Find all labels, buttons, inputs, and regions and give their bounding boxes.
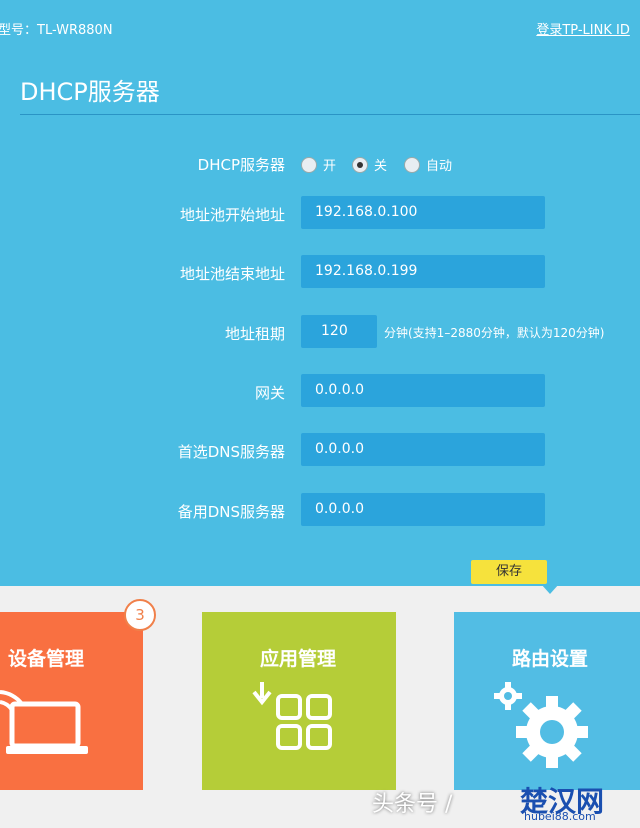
pool-start-input[interactable]: 192.168.0.100 xyxy=(301,196,545,229)
tile-device-management[interactable]: 设备管理 xyxy=(0,612,143,790)
top-links: 登录TP-LINK ID 创建 xyxy=(526,19,640,38)
dhcp-server-label: DHCP服务器 xyxy=(197,156,285,174)
page-title: DHCP服务器 xyxy=(20,78,160,106)
radio-off-label: 关 xyxy=(374,159,388,174)
save-button[interactable]: 保存 xyxy=(471,560,547,584)
watermark-text: 头条号 / xyxy=(372,792,453,817)
radio-off[interactable]: 关 xyxy=(352,155,387,174)
laptop-wifi-icon xyxy=(0,690,88,754)
pool-end-label: 地址池结束地址 xyxy=(179,265,285,283)
login-tplink-link[interactable]: 登录TP-LINK ID xyxy=(536,23,630,38)
dns2-label: 备用DNS服务器 xyxy=(177,503,285,521)
title-divider xyxy=(20,114,640,115)
gateway-input[interactable]: 0.0.0.0 xyxy=(301,374,545,407)
tile-router-settings[interactable]: 路由设置 xyxy=(454,612,640,790)
watermark-domain: hubei88.com xyxy=(524,810,596,823)
lease-hint: 分钟(支持1–2880分钟，默认为120分钟) xyxy=(384,326,605,340)
dns2-input[interactable]: 0.0.0.0 xyxy=(301,493,545,526)
radio-off-circle-selected[interactable] xyxy=(352,156,368,173)
settings-gears-icon xyxy=(494,682,588,768)
dns1-input[interactable]: 0.0.0.0 xyxy=(301,433,545,466)
radio-on-label: 开 xyxy=(323,159,337,174)
lease-input[interactable]: 120 xyxy=(301,315,377,348)
radio-auto-label: 自动 xyxy=(426,159,453,174)
radio-on-circle[interactable] xyxy=(301,156,317,173)
lease-label: 地址租期 xyxy=(224,325,285,343)
radio-auto[interactable]: 自动 xyxy=(404,155,452,174)
radio-on[interactable]: 开 xyxy=(301,155,336,174)
gateway-label: 网关 xyxy=(254,384,285,402)
tab-pointer xyxy=(541,584,559,594)
pool-start-label: 地址池开始地址 xyxy=(179,206,285,224)
radio-auto-circle[interactable] xyxy=(404,156,420,173)
device-count-badge: 3 xyxy=(124,599,156,631)
dns1-label: 首选DNS服务器 xyxy=(177,443,285,461)
config-panel: 型号：TL-WR880N 登录TP-LINK ID 创建 DHCP服务器 DHC… xyxy=(0,0,640,586)
tile-app-management[interactable]: 应用管理 xyxy=(202,612,396,790)
app-grid-icon xyxy=(252,682,332,750)
pool-end-input[interactable]: 192.168.0.199 xyxy=(301,255,545,288)
model-label: 型号：TL-WR880N xyxy=(0,23,113,38)
